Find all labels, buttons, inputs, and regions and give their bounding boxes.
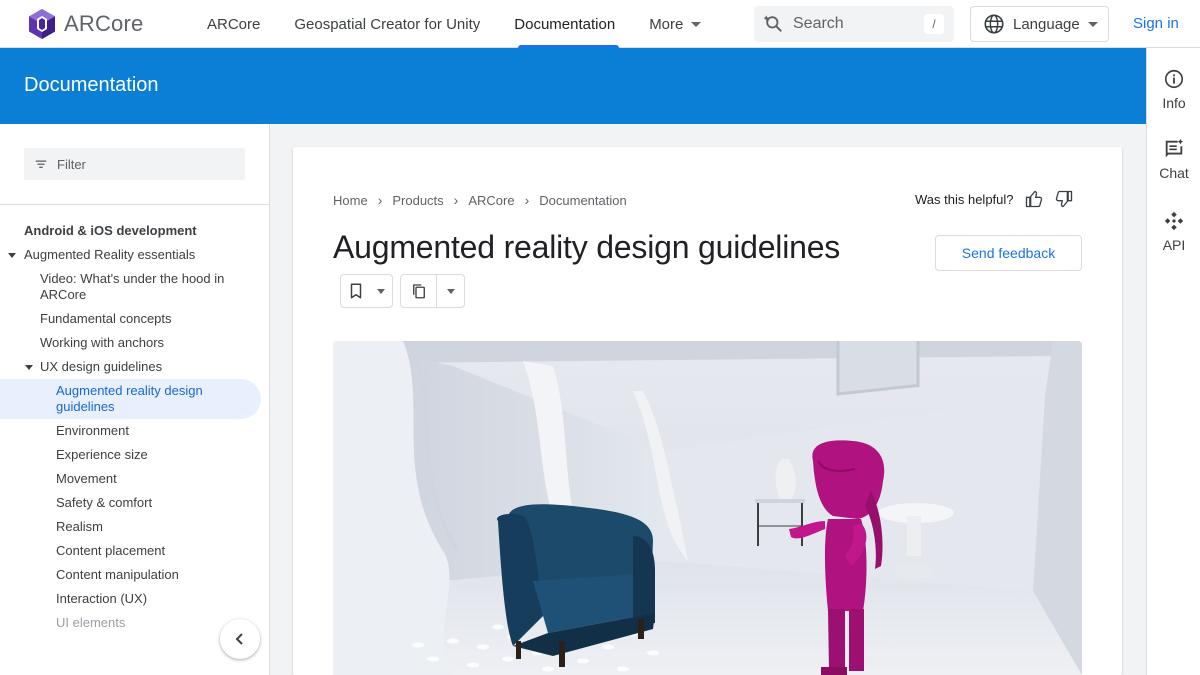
brand-name: ARCore — [64, 11, 144, 36]
bookmark-menu-button[interactable] — [371, 275, 391, 307]
section-title: Documentation — [24, 74, 159, 96]
chevron-down-icon — [691, 21, 702, 27]
copy-dropdown[interactable] — [400, 274, 465, 308]
section-header-band: Documentation — [0, 48, 1146, 124]
sidebar-item-ar-essentials[interactable]: Augmented Reality essentials — [24, 247, 195, 263]
sidebar-item-ar-design-guidelines[interactable]: Augmented reality design — [56, 383, 203, 399]
bookmark-button[interactable] — [341, 275, 371, 307]
sidebar-item-movement[interactable]: Movement — [56, 471, 117, 487]
helpful-prompt: Was this helpful? — [915, 191, 1014, 207]
left-sidebar: Filter Android & iOS development Augment… — [0, 124, 270, 675]
article-card: Home › Products › ARCore › Documentation… — [293, 147, 1122, 675]
thumbs-down-icon[interactable] — [1054, 189, 1074, 209]
nav-documentation[interactable]: Documentation — [497, 0, 632, 48]
language-label: Language — [1013, 15, 1080, 33]
rail-api-label: API — [1162, 237, 1186, 253]
send-feedback-button[interactable]: Send feedback — [935, 235, 1082, 271]
top-nav: ARCore Geospatial Creator for Unity Docu… — [190, 0, 718, 48]
sidebar-item-working-with-anchors[interactable]: Working with anchors — [40, 335, 164, 351]
chevron-down-icon — [446, 288, 455, 294]
rail-chat-label: Chat — [1159, 165, 1189, 181]
sidebar-item-fundamental-concepts[interactable]: Fundamental concepts — [40, 311, 172, 327]
nav-documentation-label: Documentation — [514, 15, 616, 33]
api-icon — [1164, 211, 1184, 231]
copy-button[interactable] — [401, 275, 436, 307]
rail-info-label: Info — [1162, 95, 1186, 111]
sidebar-item-video-under-hood-cont[interactable]: ARCore — [40, 287, 86, 303]
breadcrumb-products[interactable]: Products — [392, 193, 443, 208]
breadcrumb-arcore[interactable]: ARCore — [468, 193, 514, 208]
brand-logo[interactable]: ARCore — [28, 8, 143, 40]
nav-geospatial-creator[interactable]: Geospatial Creator for Unity — [277, 0, 497, 48]
copy-icon — [412, 284, 425, 299]
sidebar-item-experience-size[interactable]: Experience size — [56, 447, 148, 463]
language-selector[interactable]: Language — [970, 6, 1109, 42]
breadcrumb-documentation[interactable]: Documentation — [539, 193, 626, 208]
copy-menu-button[interactable] — [437, 275, 464, 307]
chevron-down-icon — [377, 288, 385, 294]
chevron-down-icon[interactable] — [25, 365, 33, 370]
page-title: Augmented reality design guidelines — [333, 229, 841, 265]
ar-room-illustration — [333, 341, 1082, 675]
sidebar-section-heading: Android & iOS development — [24, 223, 197, 238]
chevron-down-icon[interactable] — [8, 253, 16, 258]
sidebar-item-ui-elements[interactable]: UI elements — [56, 615, 125, 631]
thumbs-up-icon[interactable] — [1024, 189, 1044, 209]
nav-arcore-label: ARCore — [207, 15, 261, 33]
sidebar-item-ux-design-guidelines[interactable]: UX design guidelines — [40, 359, 162, 375]
rail-api-button[interactable]: API — [1147, 210, 1200, 253]
collapse-sidebar-button[interactable] — [220, 619, 260, 659]
helpful-widget: Was this helpful? — [915, 189, 1074, 209]
sidebar-item-content-placement[interactable]: Content placement — [56, 543, 165, 559]
sidebar-divider — [0, 204, 269, 205]
rail-chat-button[interactable]: Chat — [1147, 138, 1200, 181]
chevron-right-icon: › — [453, 192, 459, 208]
top-bar: ARCore ARCore Geospatial Creator for Uni… — [0, 0, 1200, 48]
search-input[interactable]: Search / — [754, 6, 954, 42]
nav-arcore[interactable]: ARCore — [190, 0, 277, 48]
bookmark-icon — [350, 283, 362, 299]
chevron-left-icon — [235, 633, 243, 645]
search-placeholder: Search — [793, 15, 844, 32]
sign-in-link[interactable]: Sign in — [1133, 15, 1179, 32]
breadcrumb: Home › Products › ARCore › Documentation — [333, 192, 627, 208]
sidebar-item-content-manipulation[interactable]: Content manipulation — [56, 567, 179, 583]
nav-geospatial-label: Geospatial Creator for Unity — [294, 15, 481, 33]
chevron-down-icon — [1087, 21, 1098, 27]
sidebar-item-interaction-ux[interactable]: Interaction (UX) — [56, 591, 147, 607]
sidebar-item-ar-design-guidelines-cont[interactable]: guidelines — [56, 399, 115, 415]
filter-icon — [35, 160, 47, 168]
breadcrumb-home[interactable]: Home — [333, 193, 368, 208]
filter-input[interactable]: Filter — [24, 148, 245, 180]
sidebar-item-video-under-hood[interactable]: Video: What's under the hood in — [40, 271, 224, 287]
chat-spark-icon — [1165, 138, 1184, 158]
arcore-logo-icon — [29, 9, 55, 39]
search-icon — [764, 15, 782, 32]
chevron-right-icon: › — [524, 192, 530, 208]
filter-placeholder: Filter — [57, 156, 86, 172]
bookmark-dropdown[interactable] — [340, 274, 393, 308]
nav-more[interactable]: More — [632, 0, 718, 48]
hero-image — [333, 341, 1082, 675]
sidebar-item-environment[interactable]: Environment — [56, 423, 129, 439]
chevron-right-icon: › — [377, 192, 383, 208]
right-rail: Info Chat API — [1146, 48, 1200, 675]
search-shortcut-key: / — [924, 14, 944, 34]
sidebar-item-safety-comfort[interactable]: Safety & comfort — [56, 495, 152, 511]
nav-more-label: More — [649, 15, 684, 33]
rail-info-button[interactable]: Info — [1147, 68, 1200, 111]
sidebar-item-realism[interactable]: Realism — [56, 519, 103, 535]
info-icon — [1164, 69, 1184, 89]
globe-icon — [984, 14, 1004, 34]
